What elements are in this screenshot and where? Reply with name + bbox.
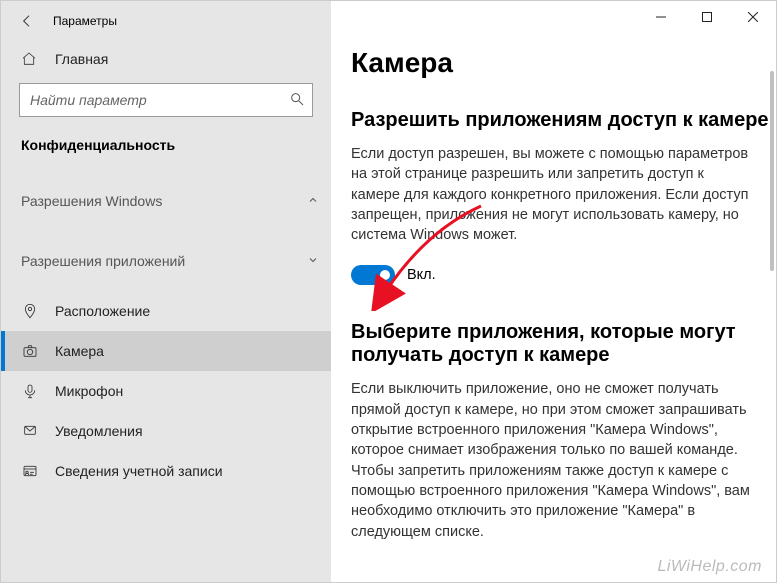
watermark: LiWiHelp.com <box>657 558 762 576</box>
location-icon <box>21 303 39 319</box>
allow-apps-description: Если доступ разрешен, вы можете с помощь… <box>351 144 752 245</box>
titlebar: Параметры <box>1 1 331 41</box>
sidebar-item-label: Микрофон <box>55 383 123 399</box>
camera-access-toggle-row: Вкл. <box>351 265 776 285</box>
home-label: Главная <box>55 51 108 67</box>
group-windows-permissions[interactable]: Разрешения Windows <box>1 171 331 231</box>
group-label: Разрешения Windows <box>21 193 162 209</box>
microphone-icon <box>21 383 39 399</box>
home-nav[interactable]: Главная <box>1 41 331 77</box>
sidebar-item-label: Уведомления <box>55 423 143 439</box>
sidebar-item-label: Камера <box>55 343 104 359</box>
group-app-permissions[interactable]: Разрешения приложений <box>1 231 331 291</box>
allow-apps-title: Разрешить приложениям доступ к камере <box>351 109 776 132</box>
search-input[interactable] <box>19 83 313 117</box>
choose-apps-title: Выберите приложения, которые могут получ… <box>351 321 776 367</box>
settings-window: Параметры Главная Конфиденциальность Раз… <box>0 0 777 583</box>
search-icon <box>289 91 305 112</box>
sidebar-item-camera[interactable]: Камера <box>1 331 331 371</box>
content-area: Камера Разрешить приложениям доступ к ка… <box>331 1 776 582</box>
camera-icon <box>21 343 39 359</box>
back-button[interactable] <box>15 9 39 33</box>
account-info-icon <box>21 463 39 479</box>
scrollbar[interactable] <box>770 71 774 271</box>
chevron-down-icon <box>307 253 319 269</box>
camera-access-toggle[interactable] <box>351 265 395 285</box>
search-wrap <box>19 83 313 117</box>
sidebar-item-location[interactable]: Расположение <box>1 291 331 331</box>
chevron-up-icon <box>307 193 319 209</box>
window-controls <box>638 1 776 33</box>
sidebar-item-notifications[interactable]: Уведомления <box>1 411 331 451</box>
minimize-button[interactable] <box>638 1 684 33</box>
close-button[interactable] <box>730 1 776 33</box>
sidebar-item-account-info[interactable]: Сведения учетной записи <box>1 451 331 491</box>
home-icon <box>21 51 39 67</box>
toggle-label: Вкл. <box>407 267 436 283</box>
sidebar-item-microphone[interactable]: Микрофон <box>1 371 331 411</box>
maximize-button[interactable] <box>684 1 730 33</box>
group-label: Разрешения приложений <box>21 253 185 269</box>
page-title: Камера <box>351 47 776 79</box>
window-title: Параметры <box>53 14 117 28</box>
section-title: Конфиденциальность <box>1 131 331 171</box>
sidebar: Параметры Главная Конфиденциальность Раз… <box>1 1 331 582</box>
sidebar-item-label: Сведения учетной записи <box>55 463 223 479</box>
notifications-icon <box>21 423 39 439</box>
choose-apps-description: Если выключить приложение, оно не сможет… <box>351 379 752 541</box>
sidebar-item-label: Расположение <box>55 303 150 319</box>
